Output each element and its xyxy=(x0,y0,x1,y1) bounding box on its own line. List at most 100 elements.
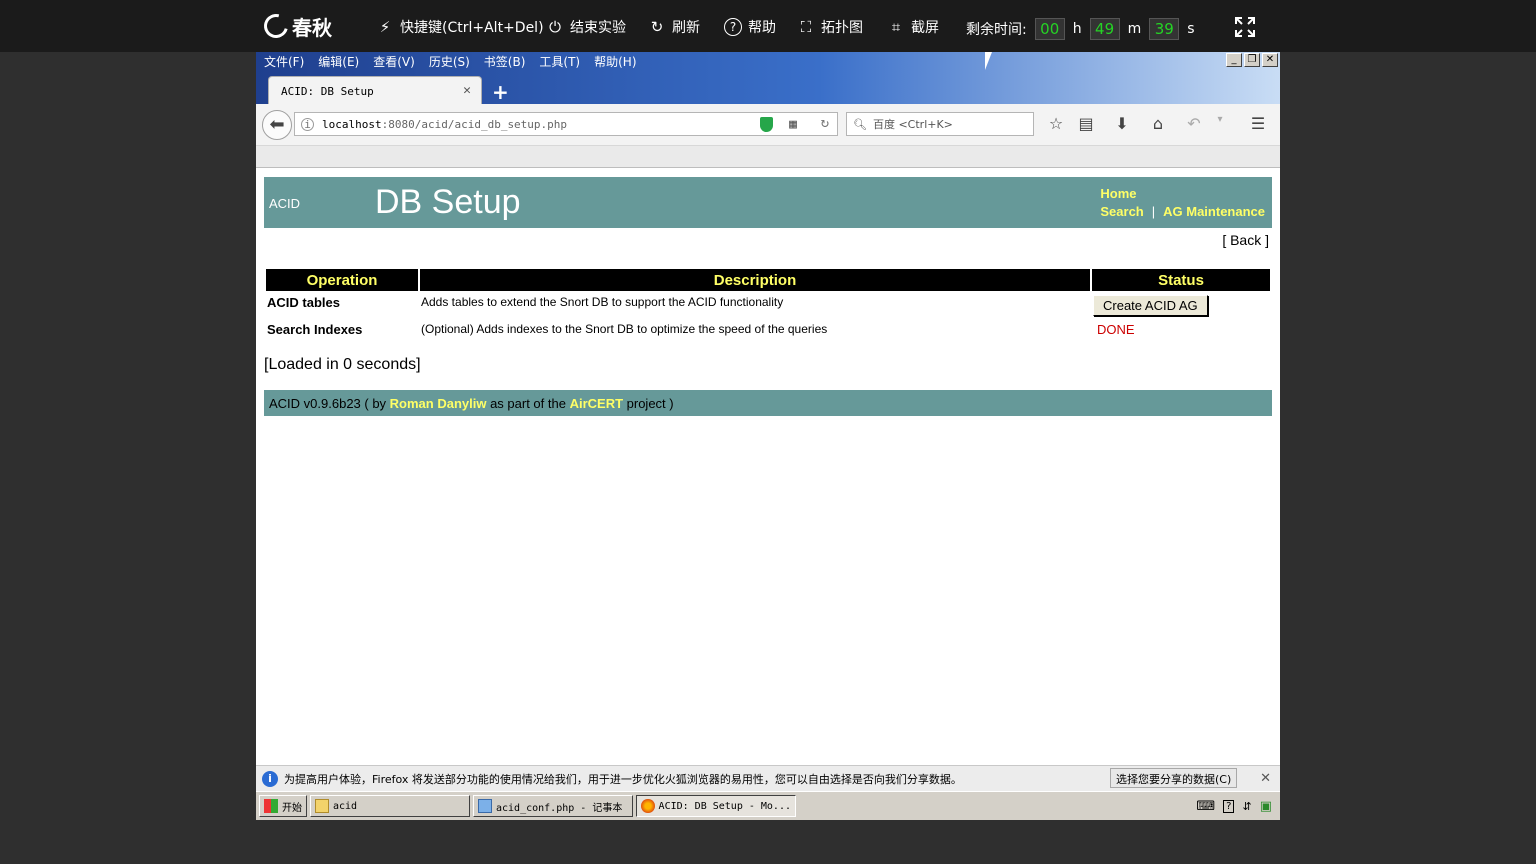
taskbar-item-notepad[interactable]: acid_conf.php - 记事本 xyxy=(473,795,633,817)
notification-close-icon[interactable]: ✕ xyxy=(1260,771,1271,786)
menu-history[interactable]: 历史(S) xyxy=(429,53,470,70)
restore-icon[interactable]: ❐ xyxy=(1244,53,1260,67)
lab-logo: 春秋 xyxy=(259,9,332,43)
menu-file[interactable]: 文件(F) xyxy=(264,53,304,70)
url-bar[interactable]: i localhost:8080/acid/acid_db_setup.php … xyxy=(294,112,838,136)
description-cell: (Optional) Adds indexes to the Snort DB … xyxy=(421,322,828,336)
back-icon[interactable]: ⬅ xyxy=(262,110,292,140)
mouse-cursor-icon xyxy=(985,52,999,70)
search-link[interactable]: Search xyxy=(1100,204,1143,219)
remaining-label: 剩余时间: xyxy=(966,22,1027,38)
site-info-icon[interactable]: i xyxy=(301,117,314,131)
minimize-icon[interactable]: _ xyxy=(1226,53,1242,67)
help-button[interactable]: ? 帮助 xyxy=(724,16,776,38)
taskbar: 开始 acid acid_conf.php - 记事本 ACID: DB Set… xyxy=(256,791,1280,820)
back-link[interactable]: [ Back ] xyxy=(1222,232,1269,248)
hamburger-menu-icon[interactable]: ☰ xyxy=(1248,114,1268,133)
bookmark-star-icon[interactable]: ☆ xyxy=(1046,114,1066,133)
tab-acid-db-setup[interactable]: ACID: DB Setup ✕ xyxy=(268,76,482,104)
tab-close-icon[interactable]: ✕ xyxy=(463,83,471,98)
notepad-icon xyxy=(478,799,492,813)
security-tray-icon[interactable]: ▣ xyxy=(1260,799,1272,814)
start-label: 开始 xyxy=(282,802,302,814)
shortcut-label: 快捷键(Ctrl+Alt+Del) xyxy=(400,20,544,36)
footer-text-pre: ACID v0.9.6b23 ( by xyxy=(269,396,390,411)
footer-text-post: project ) xyxy=(623,396,674,411)
help-icon: ? xyxy=(724,18,742,36)
search-input[interactable]: 🔍︎ 百度 <Ctrl+K> xyxy=(846,112,1034,136)
taskbar-item-label: acid xyxy=(333,800,358,812)
refresh-button[interactable]: ↻ 刷新 xyxy=(648,16,700,38)
lab-toolbar: 春秋 ⚡ 快捷键(Ctrl+Alt+Del) ⏻ 结束实验 ↻ 刷新 ? 帮助 … xyxy=(0,0,1536,52)
table-row: ACID tables Adds tables to extend the Sn… xyxy=(266,293,1270,318)
status-cell: Create ACID AG xyxy=(1092,293,1270,318)
end-experiment-button[interactable]: ⏻ 结束实验 xyxy=(546,16,626,38)
dropdown-icon[interactable]: ▾ xyxy=(1210,114,1230,125)
header-operation: Operation xyxy=(266,269,418,291)
topology-icon: ⛶ xyxy=(800,18,812,36)
menu-edit[interactable]: 编辑(E) xyxy=(318,53,359,70)
screenshot-label: 截屏 xyxy=(911,20,939,36)
status-done: DONE xyxy=(1097,322,1135,337)
power-icon: ⏻ xyxy=(549,18,561,36)
keyboard-icon[interactable]: ⌨ xyxy=(1196,799,1215,814)
load-time-text: [Loaded in 0 seconds] xyxy=(264,356,421,373)
url-path: :8080/acid/acid_db_setup.php xyxy=(381,117,568,131)
operation-cell: Search Indexes xyxy=(267,322,363,337)
shortcut-button[interactable]: ⚡ 快捷键(Ctrl+Alt+Del) xyxy=(376,16,544,38)
operation-cell: ACID tables xyxy=(267,295,340,310)
notification-bar: i 为提高用户体验，Firefox 将发送部分功能的使用情况给我们，用于进一步优… xyxy=(256,765,1280,791)
close-window-icon[interactable]: ✕ xyxy=(1262,53,1278,67)
window-controls: _ ❐ ✕ xyxy=(1226,53,1278,67)
operations-table: Operation Description Status ACID tables… xyxy=(264,267,1272,341)
menu-help[interactable]: 帮助(H) xyxy=(594,53,636,70)
create-acid-ag-button[interactable]: Create ACID AG xyxy=(1093,295,1208,316)
home-icon[interactable]: ⌂ xyxy=(1148,114,1168,133)
timer-hours: 00 xyxy=(1034,18,1065,40)
url-host: localhost xyxy=(322,117,382,131)
help-tray-icon[interactable]: ? xyxy=(1223,799,1235,813)
menu-tools[interactable]: 工具(T) xyxy=(539,53,580,70)
page-content: ACID DB Setup Home Search | AG Maintenance… xyxy=(256,168,1280,765)
new-tab-icon[interactable]: + xyxy=(492,80,509,104)
system-tray: ⌨ ? ⇵ ▣ xyxy=(1190,795,1278,817)
reload-icon[interactable]: ↻ xyxy=(821,115,829,131)
logo-text: 春秋 xyxy=(292,15,332,40)
footer-text-mid: as part of the xyxy=(486,396,570,411)
ag-maintenance-link[interactable]: AG Maintenance xyxy=(1163,204,1265,219)
header-status: Status xyxy=(1092,269,1270,291)
crop-icon: ⌗ xyxy=(891,18,901,36)
taskbar-item-label: ACID: DB Setup - Mo... xyxy=(658,800,791,812)
menu-bookmarks[interactable]: 书签(B) xyxy=(484,53,526,70)
start-button[interactable]: 开始 xyxy=(259,795,307,817)
remaining-time: 剩余时间: 00 h 49 m 39 s xyxy=(966,16,1195,42)
taskbar-item-firefox[interactable]: ACID: DB Setup - Mo... xyxy=(636,795,796,817)
menu-view[interactable]: 查看(V) xyxy=(373,53,415,70)
reading-list-icon[interactable]: ▤ xyxy=(1076,114,1096,133)
home-link[interactable]: Home xyxy=(1100,186,1136,201)
download-icon[interactable]: ⬇ xyxy=(1112,114,1132,133)
choose-data-button[interactable]: 选择您要分享的数据(C) xyxy=(1110,768,1238,788)
screenshot-button[interactable]: ⌗ 截屏 xyxy=(887,16,939,38)
firefox-window: 文件(F) 编辑(E) 查看(V) 历史(S) 书签(B) 工具(T) 帮助(H… xyxy=(256,52,1280,820)
search-icon: 🔍︎ xyxy=(853,117,867,131)
author-link[interactable]: Roman Danyliw xyxy=(390,396,487,411)
aircert-link[interactable]: AirCERT xyxy=(570,396,623,411)
network-icon[interactable]: ⇵ xyxy=(1242,800,1251,813)
qr-code-icon[interactable]: ▦ xyxy=(789,117,797,132)
link-separator: | xyxy=(1151,204,1156,219)
help-label: 帮助 xyxy=(748,20,776,36)
undo-icon[interactable]: ↶ xyxy=(1184,114,1204,133)
topology-label: 拓扑图 xyxy=(821,20,863,36)
header-description: Description xyxy=(420,269,1090,291)
end-experiment-label: 结束实验 xyxy=(570,20,626,36)
taskbar-item-label: acid_conf.php - 记事本 xyxy=(496,802,623,814)
taskbar-item-acid-folder[interactable]: acid xyxy=(310,795,470,817)
logo-e-icon xyxy=(259,9,293,43)
shield-icon[interactable] xyxy=(760,117,773,132)
fullscreen-icon[interactable] xyxy=(1234,16,1256,38)
acid-footer: ACID v0.9.6b23 ( by Roman Danyliw as par… xyxy=(264,390,1272,416)
topology-button[interactable]: ⛶ 拓扑图 xyxy=(797,16,863,38)
acid-brand: ACID xyxy=(269,196,301,211)
page-title: DB Setup xyxy=(375,183,521,221)
